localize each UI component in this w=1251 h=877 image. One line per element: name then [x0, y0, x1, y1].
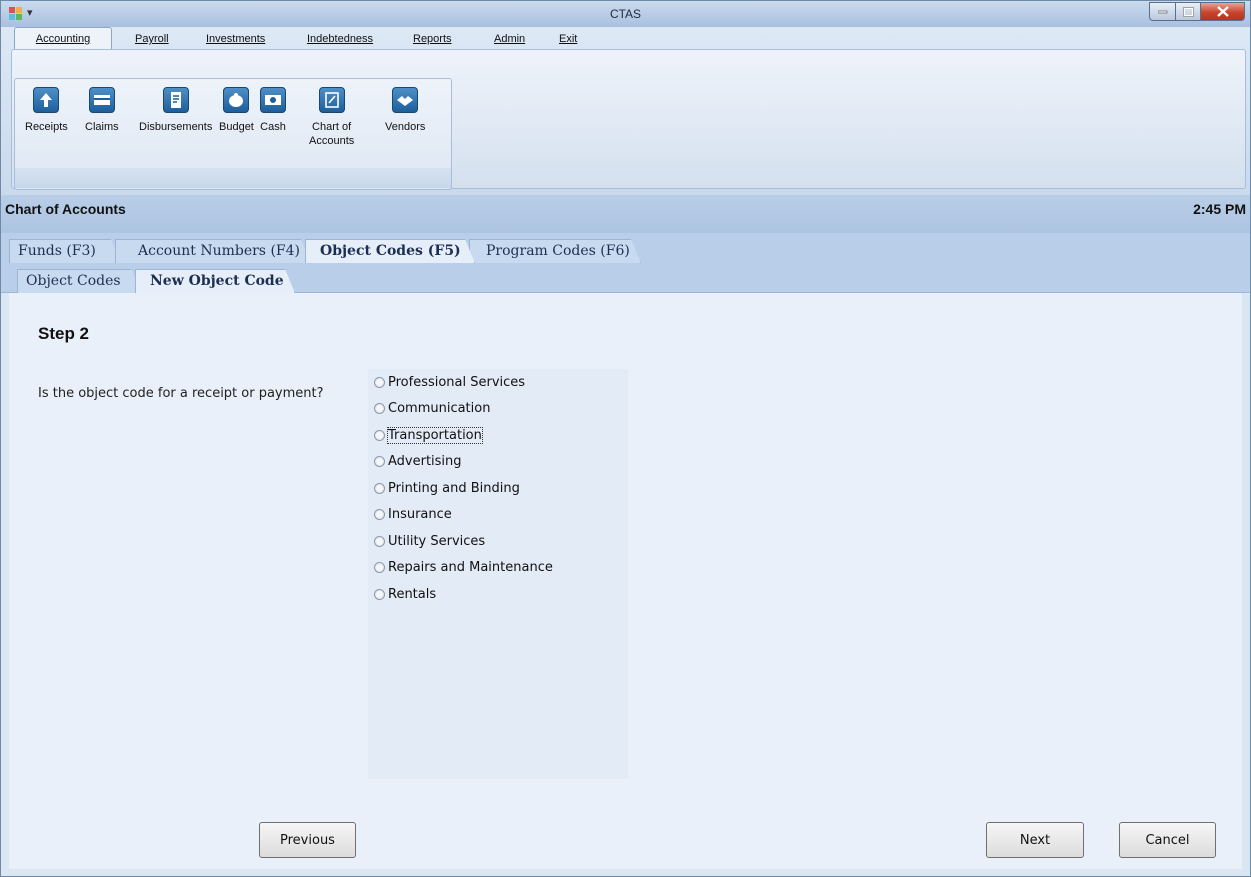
- ctas-window: ▾ CTAS Accounting Payroll Investments In…: [0, 0, 1251, 877]
- window-title: CTAS: [609, 7, 642, 21]
- vendors-button[interactable]: Vendors: [385, 87, 425, 134]
- receipts-button[interactable]: Receipts: [25, 87, 68, 134]
- claims-label: Claims: [85, 121, 119, 133]
- minimize-button[interactable]: [1149, 2, 1176, 21]
- tab-object-codes[interactable]: Object Codes (F5): [305, 239, 475, 263]
- subtab-object-codes[interactable]: Object Codes: [17, 269, 141, 293]
- radio-option-label: Communication: [388, 400, 491, 416]
- minimize-icon: [1157, 10, 1167, 13]
- maximize-icon: [1182, 6, 1194, 17]
- title-bar: ▾ CTAS: [1, 1, 1250, 27]
- radio-icon[interactable]: [374, 482, 385, 494]
- chart-of-accounts-icon: [318, 87, 345, 113]
- next-button[interactable]: Next: [986, 822, 1084, 858]
- radio-option-label: Printing and Binding: [388, 480, 520, 496]
- radio-option[interactable]: Professional Services: [374, 372, 525, 392]
- radio-option-label: Utility Services: [388, 533, 486, 549]
- secondary-tab-strip: Object Codes New Object Code: [1, 263, 1250, 293]
- chart-of-accounts-label: Chart of Accounts: [309, 121, 355, 147]
- budget-icon: [223, 87, 250, 113]
- radio-icon[interactable]: [374, 561, 385, 573]
- budget-button[interactable]: Budget: [219, 87, 254, 134]
- radio-icon[interactable]: [374, 535, 385, 547]
- radio-option-label: Advertising: [388, 453, 462, 469]
- maximize-button[interactable]: [1175, 2, 1201, 21]
- radio-option-label: Insurance: [388, 506, 452, 522]
- menu-tab-reports[interactable]: Reports: [413, 29, 452, 49]
- cancel-button[interactable]: Cancel: [1119, 822, 1216, 858]
- radio-option-label: Transportation: [387, 426, 483, 444]
- radio-option[interactable]: Utility Services: [374, 531, 485, 551]
- radio-icon[interactable]: [374, 455, 385, 467]
- menu-tab-admin[interactable]: Admin: [494, 29, 525, 49]
- page-title: Chart of Accounts: [5, 201, 126, 217]
- menu-tab-accounting[interactable]: Accounting: [14, 27, 112, 50]
- tab-program-codes[interactable]: Program Codes (F6): [469, 239, 641, 263]
- vendors-label: Vendors: [385, 121, 426, 133]
- previous-button[interactable]: Previous: [259, 822, 356, 858]
- radio-option[interactable]: Communication: [374, 398, 490, 418]
- menu-tab-investments[interactable]: Investments: [206, 29, 265, 49]
- tab-funds[interactable]: Funds (F3): [9, 239, 121, 263]
- radio-option-label: Professional Services: [388, 374, 526, 390]
- cash-icon: [260, 87, 286, 113]
- disbursements-icon: [162, 87, 189, 113]
- radio-option[interactable]: Transportation: [374, 425, 483, 445]
- disbursements-label: Disbursements: [139, 121, 213, 133]
- budget-label: Budget: [219, 121, 254, 133]
- cash-label: Cash: [260, 121, 286, 133]
- menu-tab-indebtedness[interactable]: Indebtedness: [307, 29, 373, 49]
- close-button[interactable]: [1200, 2, 1245, 21]
- question-label: Is the object code for a receipt or paym…: [38, 386, 324, 401]
- radio-icon[interactable]: [374, 402, 385, 414]
- radio-icon[interactable]: [374, 588, 385, 600]
- menu-tab-exit[interactable]: Exit: [559, 29, 577, 49]
- radio-icon[interactable]: [374, 429, 385, 441]
- clock: 2:45 PM: [1193, 201, 1246, 217]
- cash-button[interactable]: Cash: [260, 87, 286, 134]
- ribbon-group-footer: [15, 168, 451, 188]
- radio-option-label: Rentals: [388, 586, 437, 602]
- radio-icon[interactable]: [374, 376, 385, 388]
- claims-icon: [88, 87, 115, 113]
- step-title: Step 2: [38, 324, 90, 343]
- radio-option[interactable]: Printing and Binding: [374, 478, 520, 498]
- subtab-new-object-code[interactable]: New Object Code: [135, 269, 295, 293]
- radio-icon[interactable]: [374, 508, 385, 520]
- radio-option-label: Repairs and Maintenance: [388, 559, 553, 575]
- primary-tab-strip: Funds (F3) Account Numbers (F4) Object C…: [1, 233, 1250, 263]
- radio-option[interactable]: Rentals: [374, 584, 436, 604]
- receipts-icon: [33, 87, 60, 113]
- radio-option[interactable]: Repairs and Maintenance: [374, 557, 553, 577]
- radio-option[interactable]: Advertising: [374, 451, 462, 471]
- chart-of-accounts-button[interactable]: Chart of Accounts: [309, 87, 354, 148]
- tab-account-numbers[interactable]: Account Numbers (F4): [115, 239, 311, 263]
- page-header: Chart of Accounts 2:45 PM: [1, 195, 1250, 233]
- vendors-icon: [392, 87, 419, 113]
- menu-tab-payroll[interactable]: Payroll: [135, 29, 169, 49]
- radio-option[interactable]: Insurance: [374, 504, 452, 524]
- disbursements-button[interactable]: Disbursements: [139, 87, 212, 134]
- close-icon: [1216, 6, 1229, 17]
- claims-button[interactable]: Claims: [85, 87, 119, 134]
- receipts-label: Receipts: [25, 121, 68, 133]
